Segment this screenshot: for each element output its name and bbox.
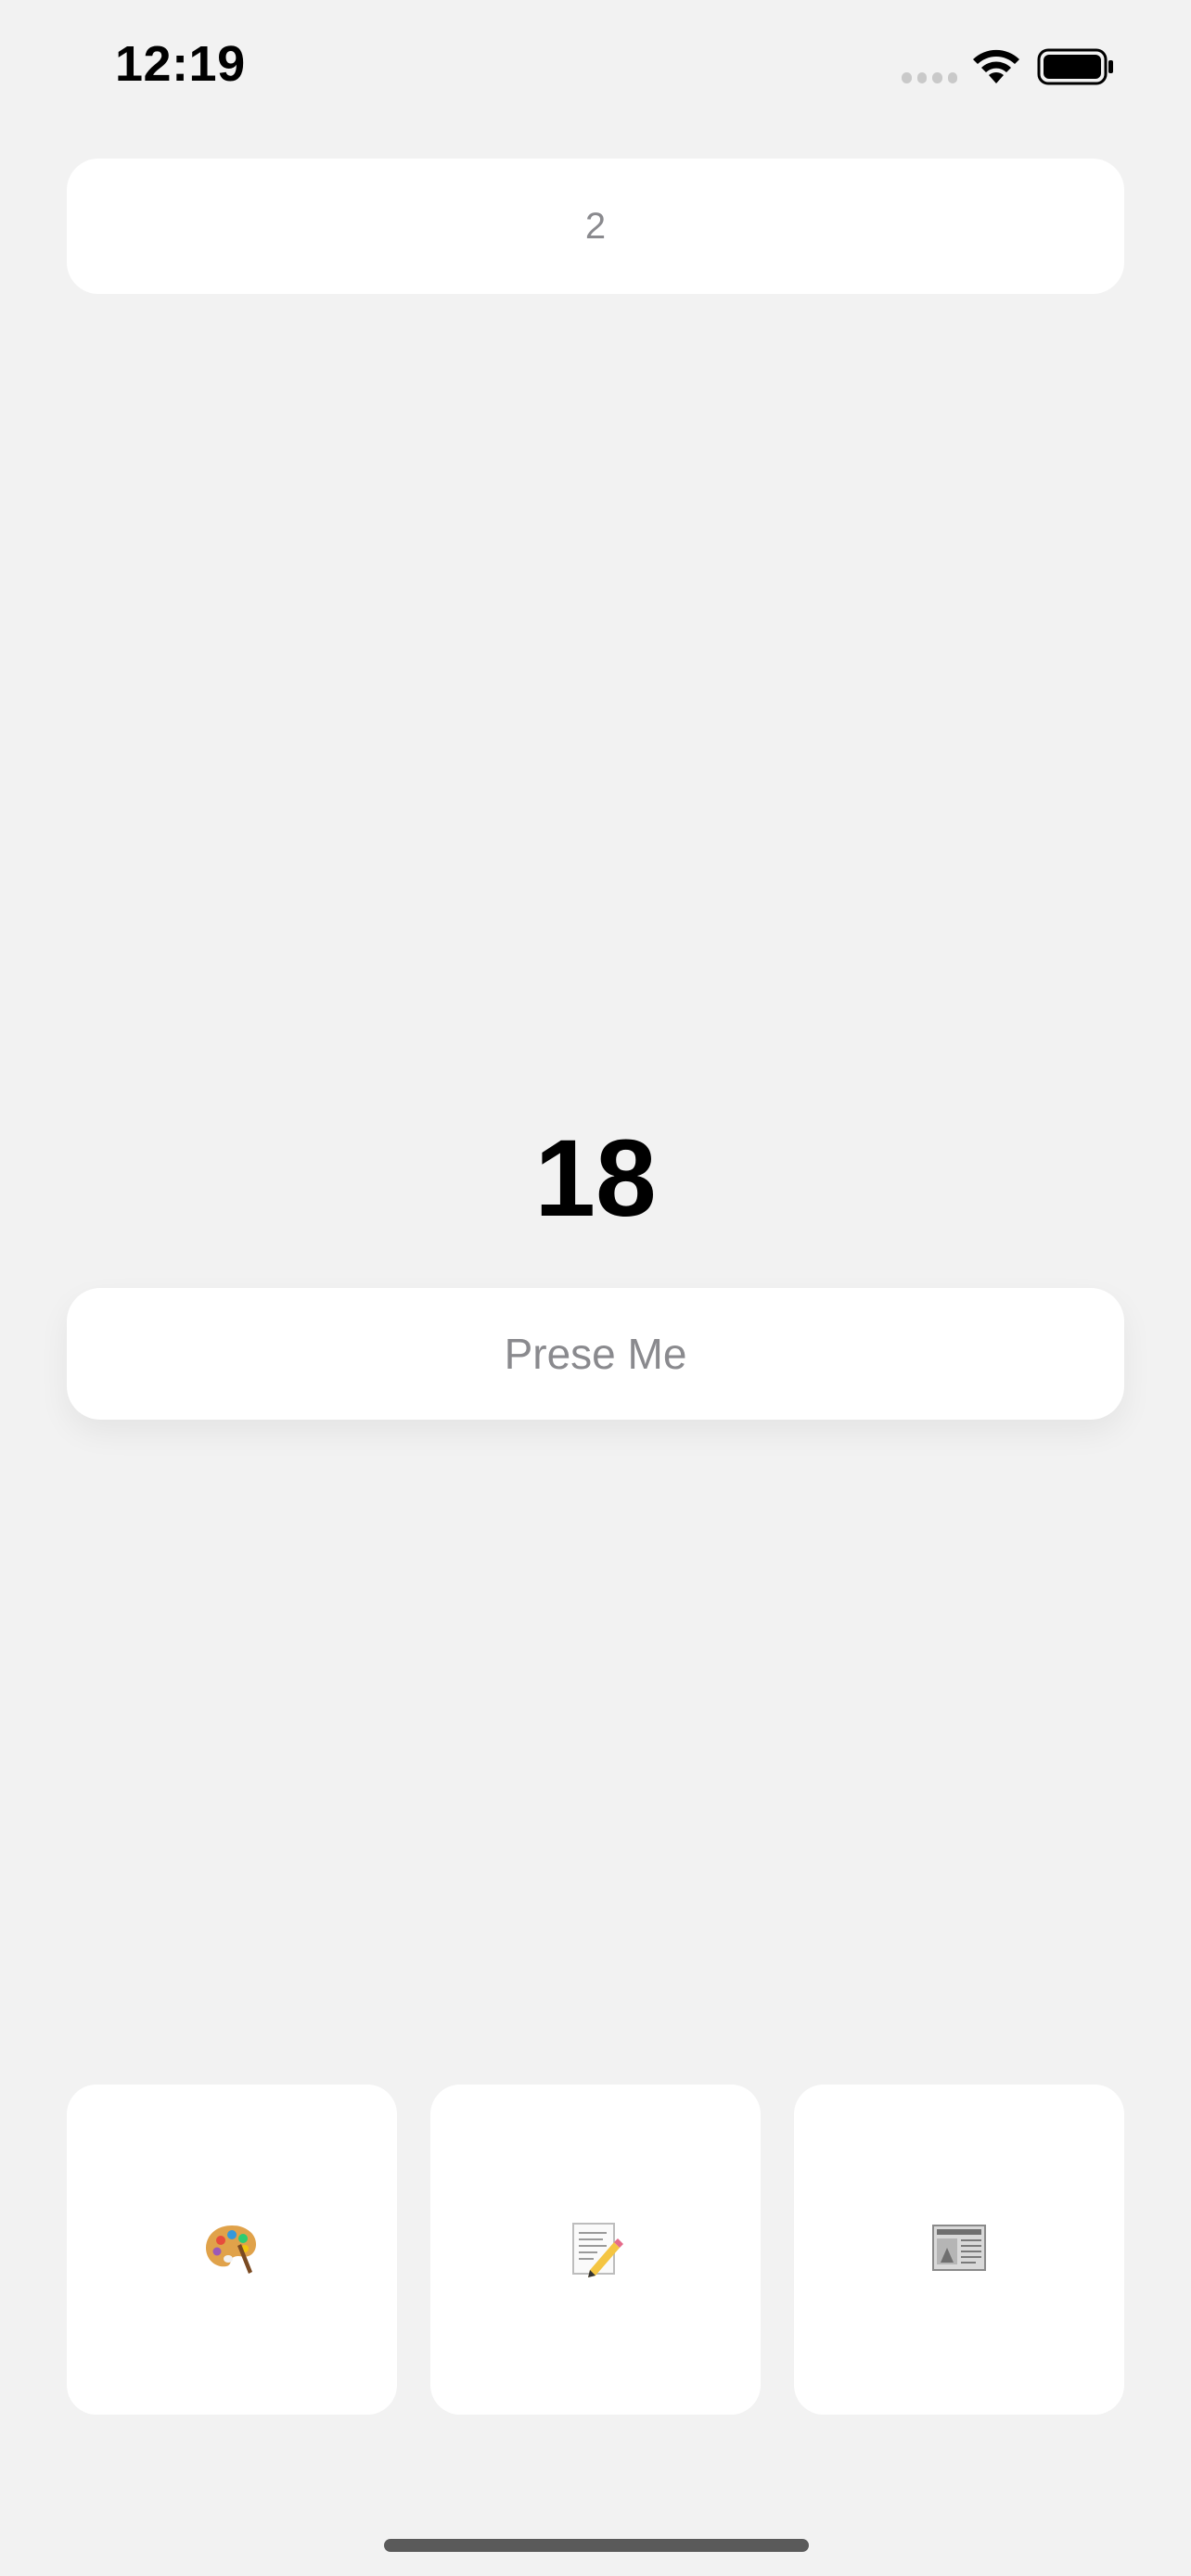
- value-field[interactable]: 2: [67, 159, 1124, 294]
- battery-icon: [1037, 46, 1115, 87]
- newspaper-icon: [929, 2218, 989, 2282]
- wifi-icon: [970, 46, 1022, 87]
- home-indicator[interactable]: [384, 2539, 809, 2552]
- counter-value: 18: [534, 1117, 657, 1240]
- press-me-button[interactable]: Prese Me: [67, 1288, 1124, 1420]
- value-field-text: 2: [584, 205, 607, 247]
- press-me-button-label: Prese Me: [504, 1330, 687, 1378]
- memo-tile[interactable]: [430, 2085, 761, 2415]
- memo-icon: [566, 2218, 625, 2282]
- palette-icon: [202, 2218, 262, 2282]
- cellular-signal-icon: [902, 72, 957, 85]
- palette-tile[interactable]: [67, 2085, 397, 2415]
- status-time: 12:19: [115, 36, 246, 92]
- newspaper-tile[interactable]: [794, 2085, 1124, 2415]
